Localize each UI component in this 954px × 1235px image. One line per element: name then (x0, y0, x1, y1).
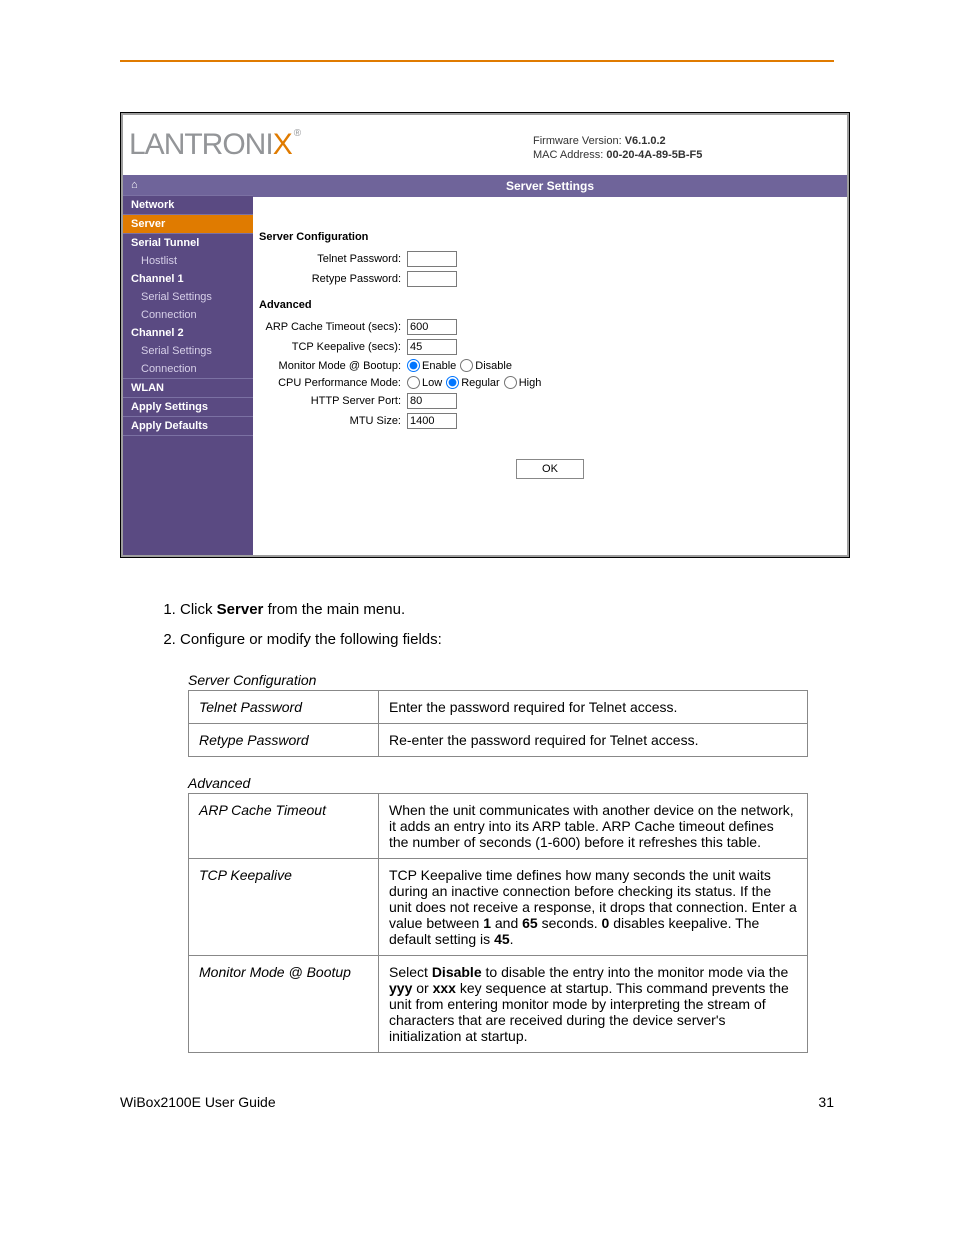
page-title: Server Settings (253, 175, 847, 197)
row-key: TCP Keepalive (189, 859, 379, 956)
instruction-step-1: Click Server from the main menu. (180, 598, 874, 622)
arp-label: ARP Cache Timeout (secs): (259, 321, 407, 333)
row-key: ARP Cache Timeout (189, 794, 379, 859)
table-row: Retype Password Re-enter the password re… (189, 724, 808, 757)
table-row: TCP Keepalive TCP Keepalive time defines… (189, 859, 808, 956)
sidebar-item-serial-settings-2[interactable]: Serial Settings (123, 342, 253, 360)
row-key: Retype Password (189, 724, 379, 757)
server-config-table: Telnet Password Enter the password requi… (188, 690, 808, 757)
tcp-label: TCP Keepalive (secs): (259, 341, 407, 353)
mtu-input[interactable] (407, 413, 457, 429)
monitor-enable-radio[interactable]: Enable (407, 359, 456, 372)
sidebar-item-channel1[interactable]: Channel 1 (123, 270, 253, 288)
instruction-list: Click Server from the main menu. Configu… (180, 598, 874, 652)
row-desc: Enter the password required for Telnet a… (379, 691, 808, 724)
sidebar-item-apply-defaults[interactable]: Apply Defaults (123, 417, 253, 436)
row-desc: TCP Keepalive time defines how many seco… (379, 859, 808, 956)
sidebar: ⌂ Network Server Serial Tunnel Hostlist … (123, 175, 253, 555)
server-config-heading: Server Configuration (259, 231, 841, 243)
footer-page-number: 31 (818, 1094, 834, 1110)
advanced-heading: Advanced (259, 299, 841, 311)
sidebar-item-hostlist[interactable]: Hostlist (123, 252, 253, 270)
retype-password-input[interactable] (407, 271, 457, 287)
sidebar-item-network[interactable]: Network (123, 196, 253, 215)
row-desc: Re-enter the password required for Telne… (379, 724, 808, 757)
table-row: Telnet Password Enter the password requi… (189, 691, 808, 724)
sidebar-item-serial-settings-1[interactable]: Serial Settings (123, 288, 253, 306)
mtu-label: MTU Size: (259, 415, 407, 427)
telnet-password-label: Telnet Password: (259, 253, 407, 265)
ok-button[interactable]: OK (516, 459, 584, 479)
sidebar-item-channel2[interactable]: Channel 2 (123, 324, 253, 342)
monitor-disable-radio[interactable]: Disable (460, 359, 512, 372)
sidebar-item-serial-tunnel[interactable]: Serial Tunnel (123, 234, 253, 252)
app-header: LANTRONIX® Firmware Version: V6.1.0.2 MA… (123, 115, 847, 175)
instruction-step-2: Configure or modify the following fields… (180, 628, 874, 652)
mac-label: MAC Address: (533, 149, 603, 161)
sidebar-item-connection-2[interactable]: Connection (123, 360, 253, 379)
table1-section-label: Server Configuration (188, 672, 874, 688)
footer-doc-title: WiBox2100E User Guide (120, 1094, 276, 1110)
sidebar-item-connection-1[interactable]: Connection (123, 306, 253, 324)
sidebar-item-apply-settings[interactable]: Apply Settings (123, 398, 253, 417)
http-port-label: HTTP Server Port: (259, 395, 407, 407)
fw-value: V6.1.0.2 (625, 135, 666, 147)
advanced-table: ARP Cache Timeout When the unit communic… (188, 793, 808, 1053)
page-footer: WiBox2100E User Guide 31 (80, 1093, 874, 1110)
table-row: ARP Cache Timeout When the unit communic… (189, 794, 808, 859)
cpu-high-radio[interactable]: High (504, 376, 542, 389)
table-row: Monitor Mode @ Bootup Select Disable to … (189, 956, 808, 1053)
row-key: Monitor Mode @ Bootup (189, 956, 379, 1053)
fw-label: Firmware Version: (533, 135, 622, 147)
http-port-input[interactable] (407, 393, 457, 409)
mac-value: 00-20-4A-89-5B-F5 (606, 149, 702, 161)
telnet-password-input[interactable] (407, 251, 457, 267)
server-settings-screenshot: LANTRONIX® Firmware Version: V6.1.0.2 MA… (120, 112, 850, 558)
sidebar-item-server[interactable]: Server (123, 215, 253, 234)
monitor-label: Monitor Mode @ Bootup: (259, 360, 407, 372)
sidebar-home-icon[interactable]: ⌂ (123, 175, 253, 196)
row-desc: Select Disable to disable the entry into… (379, 956, 808, 1053)
tcp-input[interactable] (407, 339, 457, 355)
row-desc: When the unit communicates with another … (379, 794, 808, 859)
sidebar-item-wlan[interactable]: WLAN (123, 379, 253, 398)
retype-password-label: Retype Password: (259, 273, 407, 285)
arp-input[interactable] (407, 319, 457, 335)
table2-section-label: Advanced (188, 775, 874, 791)
cpu-low-radio[interactable]: Low (407, 376, 442, 389)
brand-logo: LANTRONIX® (123, 128, 353, 162)
cpu-label: CPU Performance Mode: (259, 377, 407, 389)
row-key: Telnet Password (189, 691, 379, 724)
cpu-regular-radio[interactable]: Regular (446, 376, 500, 389)
